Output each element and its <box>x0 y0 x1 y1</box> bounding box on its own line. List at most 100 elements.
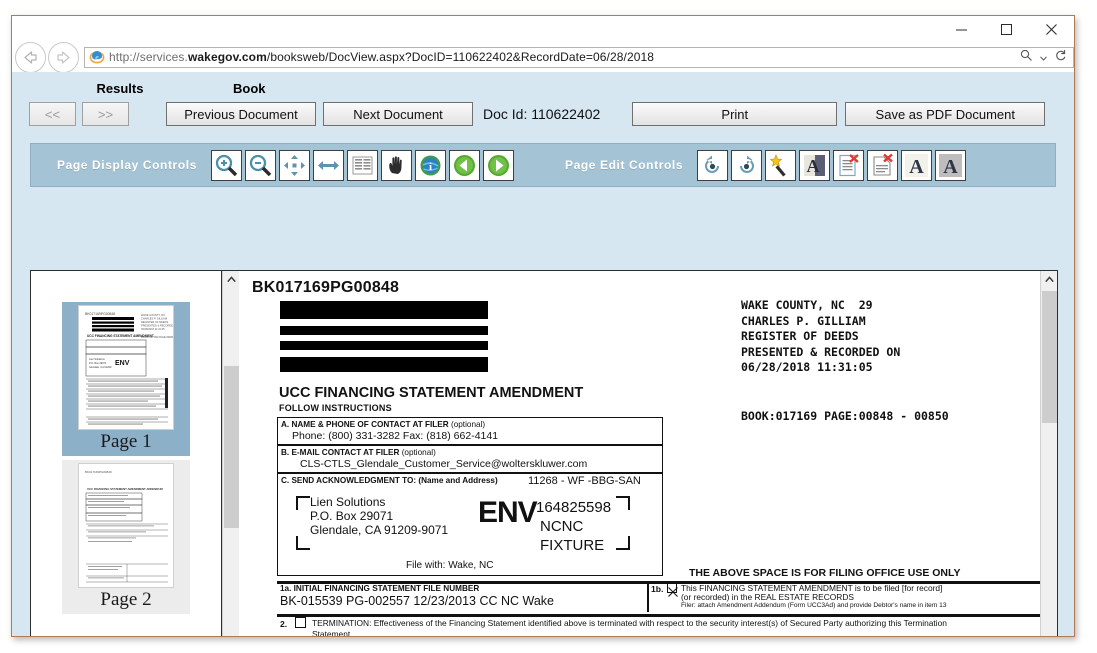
redaction-bar-3 <box>280 341 488 350</box>
redaction-bar-2 <box>280 326 488 335</box>
thumbnail-panel: BK017169PG00848 WAKE COUNTY, NC CHARLES P… <box>31 271 222 636</box>
contact-box-c: C. SEND ACKNOWLEDGMENT TO: (Name and Add… <box>277 473 663 576</box>
text-dark-icon[interactable]: A <box>901 149 933 181</box>
file-with-label: File with: Wake, NC <box>406 560 494 571</box>
text-gray-icon[interactable]: A <box>935 149 967 181</box>
back-icon[interactable] <box>15 41 46 73</box>
svg-text:A: A <box>909 156 924 178</box>
item-1b-checkbox[interactable] <box>667 583 678 597</box>
prev-results-button[interactable]: << <box>29 102 76 126</box>
results-header: Results <box>96 80 144 96</box>
delete-lines-icon[interactable] <box>867 149 899 181</box>
address-bar-icons <box>1020 49 1071 65</box>
item-2-checkbox[interactable] <box>295 617 306 628</box>
page-view-icon[interactable] <box>346 149 378 181</box>
thumbnail-page-2[interactable]: BK017169PG00849 UCC FINANCING STATEMENT … <box>62 460 190 614</box>
zoom-in-icon[interactable] <box>210 149 242 181</box>
env-type: FIXTURE <box>540 537 605 554</box>
form-title: UCC FINANCING STATEMENT AMENDMENT <box>279 385 584 401</box>
box-b-label: B. E-MAIL CONTACT AT FILER (optional) <box>281 448 436 457</box>
doc-id-label: Doc Id: 110622402 <box>483 106 601 122</box>
env-number: 164825598 <box>536 499 612 516</box>
thumbnail-scrollbar[interactable] <box>222 271 239 636</box>
invert-text-icon[interactable]: A <box>799 149 831 181</box>
box-a-label: A. NAME & PHONE OF CONTACT AT FILER (opt… <box>281 420 486 429</box>
chevron-down-icon[interactable] <box>1040 50 1047 64</box>
fit-width-icon[interactable] <box>312 149 344 181</box>
close-button[interactable] <box>1029 16 1074 42</box>
address-line-1: Lien Solutions <box>310 495 386 509</box>
item-2-number: 2. <box>280 619 288 629</box>
svg-text:A: A <box>807 156 820 176</box>
address-corner-br <box>616 536 630 550</box>
address-bar[interactable]: e http://services.wakegov.com/booksweb/D… <box>84 46 1074 68</box>
svg-text:WAKE COUNTY, NC: WAKE COUNTY, NC <box>141 313 165 317</box>
delete-page-icon[interactable] <box>833 149 865 181</box>
svg-text:REGISTER OF DEEDS: REGISTER OF DEEDS <box>141 320 169 324</box>
thumbnail-scroll-thumb[interactable] <box>224 366 239 528</box>
page-edit-controls-label: Page Edit Controls <box>564 158 684 172</box>
next-page-icon[interactable] <box>482 149 514 181</box>
svg-text:PRESENTED & RECORDED: PRESENTED & RECORDED <box>141 324 174 328</box>
title-bar <box>12 16 1074 42</box>
navigation-bar: e http://services.wakegov.com/booksweb/D… <box>12 41 1074 73</box>
maximize-button[interactable] <box>984 16 1029 42</box>
svg-text:ENV: ENV <box>115 360 130 367</box>
thumbnail-label-2: Page 2 <box>100 589 152 610</box>
refresh-icon[interactable] <box>1054 49 1067 65</box>
fit-page-icon[interactable] <box>278 149 310 181</box>
zoom-out-icon[interactable] <box>244 149 276 181</box>
book-page-stamp: BOOK:017169 PAGE:00848 - 00850 <box>741 409 949 423</box>
recording-stamp: WAKE COUNTY, NC 29 CHARLES P. GILLIAM RE… <box>741 298 901 374</box>
page-display-controls-label: Page Display Controls <box>57 158 197 172</box>
item-2-text: TERMINATION: Effectiveness of the Financ… <box>312 618 947 628</box>
column-headers: Results Book <box>12 72 1074 99</box>
search-icon[interactable] <box>1020 49 1033 65</box>
form-divider-2 <box>277 614 1040 617</box>
svg-text:A: A <box>943 156 958 178</box>
svg-text:Glendale, CA 91209: Glendale, CA 91209 <box>89 366 112 369</box>
env-state: NCNC <box>540 518 584 535</box>
item-1a-label: 1a. INITIAL FINANCING STATEMENT FILE NUM… <box>280 584 480 593</box>
document-page[interactable]: BK017169PG00848 UCC FINANCING STATEMENT … <box>239 271 1040 636</box>
forward-icon[interactable] <box>48 41 79 73</box>
document-scroll-thumb[interactable] <box>1042 291 1057 423</box>
page-content: Results Book << >> Previous Document Nex… <box>12 72 1074 636</box>
document-scrollbar[interactable] <box>1040 271 1057 636</box>
pan-hand-icon[interactable] <box>380 149 412 181</box>
svg-text:BK017169PG00849: BK017169PG00849 <box>85 470 112 474</box>
magic-wand-icon[interactable] <box>765 149 797 181</box>
svg-text:Lien Solutions: Lien Solutions <box>89 358 105 361</box>
window-controls <box>939 16 1074 42</box>
item-1b-number: 1b. <box>651 584 664 594</box>
thumbnail-page-1[interactable]: BK017169PG00848 WAKE COUNTY, NC CHARLES P… <box>62 302 190 456</box>
item-1-divider <box>647 582 649 612</box>
redaction-bar-4 <box>280 357 488 372</box>
item-1b-line-3: Filer: attach Amendment Addendum (Form U… <box>681 602 947 609</box>
svg-text:P.O. Box 29071: P.O. Box 29071 <box>89 362 107 365</box>
contact-box-a: A. NAME & PHONE OF CONTACT AT FILER (opt… <box>277 417 663 445</box>
save-pdf-button[interactable]: Save as PDF Document <box>845 102 1046 126</box>
thumbnail-image-2: BK017169PG00849 UCC FINANCING STATEMENT … <box>78 463 174 588</box>
document-scroll-up-icon[interactable] <box>1041 271 1058 288</box>
svg-text:UCC FINANCING STATEMENT AMENDM: UCC FINANCING STATEMENT AMENDMENT ADDEND… <box>87 487 163 491</box>
document-image: BK017169PG00848 UCC FINANCING STATEMENT … <box>239 271 1040 636</box>
document-viewer: BK017169PG00848 WAKE COUNTY, NC CHARLES P… <box>30 270 1058 636</box>
address-line-3: Glendale, CA 91209-9071 <box>310 523 449 537</box>
box-a-value: Phone: (800) 331-3282 Fax: (818) 662-414… <box>292 430 499 442</box>
thumbnail-scroll-up-icon[interactable] <box>223 271 240 288</box>
box-c-label: C. SEND ACKNOWLEDGMENT TO: (Name and Add… <box>281 476 498 485</box>
next-document-button[interactable]: Next Document <box>323 102 473 126</box>
next-results-button[interactable]: >> <box>82 102 129 126</box>
address-line-2: P.O. Box 29071 <box>310 509 394 523</box>
print-button[interactable]: Print <box>632 102 838 126</box>
minimize-button[interactable] <box>939 16 984 42</box>
redaction-bar-1 <box>280 301 488 319</box>
previous-page-icon[interactable] <box>448 149 480 181</box>
rotate-left-icon[interactable] <box>697 149 729 181</box>
previous-document-button[interactable]: Previous Document <box>166 102 316 126</box>
filing-office-notice: THE ABOVE SPACE IS FOR FILING OFFICE USE… <box>689 567 961 579</box>
item-2-text-2: Statement <box>312 629 351 636</box>
rotate-right-icon[interactable] <box>731 149 763 181</box>
info-globe-icon[interactable]: i <box>414 149 446 181</box>
